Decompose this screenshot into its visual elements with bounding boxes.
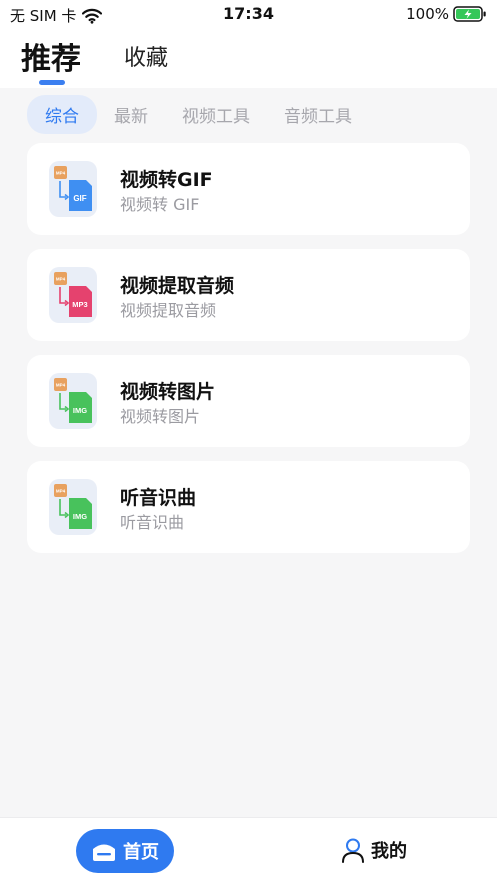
tab-mine[interactable]: 我的 — [341, 837, 407, 863]
header: 推荐 收藏 — [0, 30, 497, 88]
video-to-gif-icon: MP4 GIF — [49, 161, 97, 217]
tab-home[interactable]: 首页 — [76, 829, 174, 873]
tool-card-music-recognition[interactable]: MP4 IMG 听音识曲 听音识曲 — [27, 461, 470, 553]
tool-title: 视频转图片 — [120, 381, 216, 403]
user-icon — [342, 838, 364, 863]
battery-percent: 100% — [406, 5, 449, 23]
svg-text:MP4: MP4 — [56, 277, 66, 282]
svg-text:MP4: MP4 — [56, 383, 66, 388]
tool-subtitle: 视频转 GIF — [120, 195, 200, 214]
tool-card-video-to-gif[interactable]: MP4 GIF 视频转GIF 视频转 GIF — [27, 143, 470, 235]
filter-chip-all[interactable]: 综合 — [27, 94, 97, 134]
tool-subtitle: 视频提取音频 — [120, 301, 217, 320]
svg-text:GIF: GIF — [73, 194, 86, 203]
tab-indicator — [39, 80, 65, 85]
tool-card-video-extract-audio[interactable]: MP4 MP3 视频提取音频 视频提取音频 — [27, 249, 470, 341]
tool-card-video-to-image[interactable]: MP4 IMG 视频转图片 视频转图片 — [27, 355, 470, 447]
status-bar: 无 SIM 卡 17:34 100% — [0, 0, 497, 30]
video-to-image-icon: MP4 IMG — [49, 373, 97, 429]
music-recognition-icon: MP4 IMG — [49, 479, 97, 535]
tab-recommend[interactable]: 推荐 — [21, 34, 81, 78]
battery-charging-icon — [453, 6, 486, 22]
svg-text:IMG: IMG — [73, 512, 87, 521]
video-to-mp3-icon: MP4 MP3 — [49, 267, 97, 323]
bottom-tab-bar: 首页 我的 — [0, 817, 497, 884]
status-battery: 100% — [406, 5, 487, 23]
tab-home-label: 首页 — [123, 842, 159, 863]
svg-text:MP4: MP4 — [56, 171, 66, 176]
tab-mine-label: 我的 — [371, 841, 407, 862]
svg-text:MP4: MP4 — [56, 489, 66, 494]
tool-title: 视频提取音频 — [120, 275, 235, 297]
tool-subtitle: 视频转图片 — [120, 407, 201, 426]
tool-subtitle: 听音识曲 — [120, 513, 185, 532]
home-icon — [93, 844, 115, 861]
svg-text:MP3: MP3 — [72, 300, 87, 309]
filter-chip-video-tools[interactable]: 视频工具 — [182, 102, 250, 127]
tool-title: 听音识曲 — [120, 487, 197, 509]
tab-favorites[interactable]: 收藏 — [124, 40, 168, 72]
svg-text:IMG: IMG — [73, 406, 87, 415]
tool-title: 视频转GIF — [120, 169, 213, 191]
filter-chip-audio-tools[interactable]: 音频工具 — [284, 102, 352, 127]
filter-chips: 综合 最新 视频工具 音频工具 — [27, 94, 386, 134]
filter-chip-latest[interactable]: 最新 — [114, 102, 148, 127]
